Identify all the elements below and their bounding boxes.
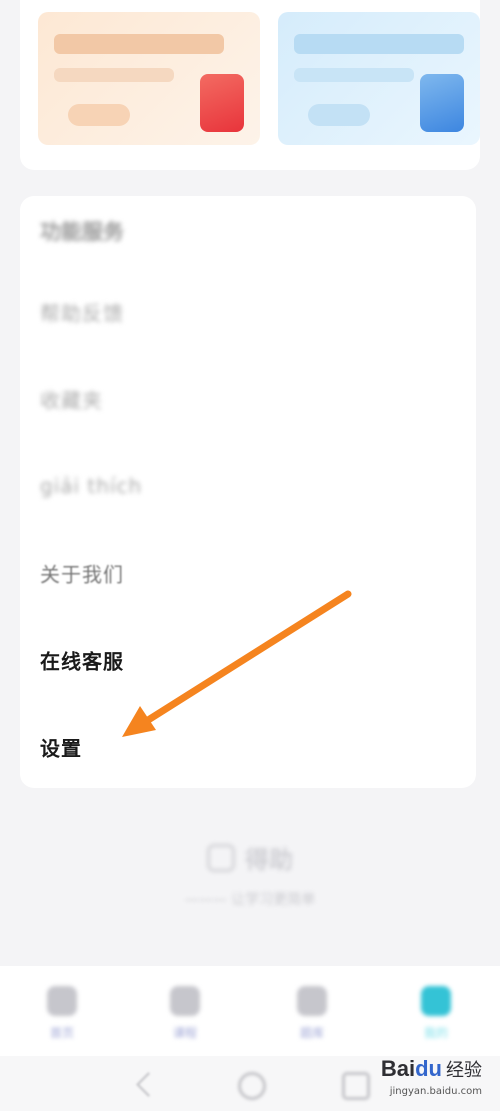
arrow-shaft — [141, 590, 352, 726]
baidu-logo: Baidu — [380, 1056, 442, 1081]
watermark-text: 经验 — [446, 1060, 482, 1081]
watermark-url: jingyan.baidu.com — [389, 1086, 482, 1097]
baidu-watermark: Baidu 经验 jingyan.baidu.com — [380, 1056, 482, 1097]
annotation-arrow — [122, 590, 352, 737]
